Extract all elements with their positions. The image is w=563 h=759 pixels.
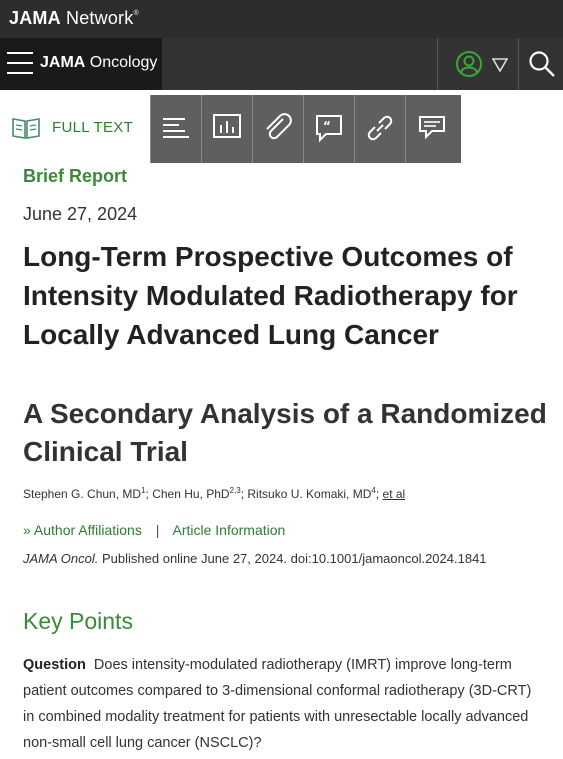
book-icon: [12, 118, 40, 139]
journal-bar: JAMA Oncology: [0, 38, 563, 90]
citation-journal: JAMA Oncol.: [23, 551, 99, 566]
tab-discussion[interactable]: [405, 95, 461, 163]
journal-brand-bold: JAMA: [40, 54, 86, 71]
link-icon: [367, 115, 393, 141]
link-separator: |: [155, 522, 160, 538]
menu-button[interactable]: JAMA Oncology: [0, 38, 162, 90]
network-trademark: ®: [133, 10, 139, 17]
comments-icon: “: [316, 115, 342, 143]
jama-network-logo[interactable]: JAMA Network®: [9, 8, 139, 29]
search-button[interactable]: [518, 38, 563, 90]
chevron-down-icon: [492, 58, 508, 72]
tab-related[interactable]: [354, 95, 405, 163]
tab-comments[interactable]: “: [303, 95, 354, 163]
author-affiliations-link[interactable]: Author Affiliations: [34, 522, 142, 538]
author-affiliation-sup: 1: [141, 486, 146, 495]
chevron-right-icon: »: [23, 522, 31, 538]
figures-icon: [213, 114, 241, 138]
author-affiliation-sup: 4: [371, 486, 376, 495]
publication-date: June 27, 2024: [23, 204, 138, 224]
network-brand-light: Network: [66, 8, 134, 28]
article-title: Long-Term Prospective Outcomes of Intens…: [23, 241, 518, 350]
author-name[interactable]: Stephen G. Chun, MD: [23, 487, 141, 501]
article-info-links: » Author Affiliations | Article Informat…: [23, 522, 285, 538]
citation-details: Published online June 27, 2024. doi:10.1…: [102, 551, 487, 566]
article-information-link[interactable]: Article Information: [173, 522, 286, 538]
network-brand-bold: JAMA: [9, 8, 61, 28]
et-al-link[interactable]: et al: [383, 487, 406, 501]
attachment-icon: [266, 113, 292, 140]
tab-outline[interactable]: [150, 95, 201, 163]
menu-icon: [7, 52, 33, 74]
tab-full-text[interactable]: FULL TEXT: [0, 95, 150, 163]
author-list: Stephen G. Chun, MD1; Chen Hu, PhD2,3; R…: [23, 486, 406, 501]
outline-icon: [163, 118, 189, 138]
tab-supplements[interactable]: [252, 95, 303, 163]
author-name[interactable]: Ritsuko U. Komaki, MD: [247, 487, 371, 501]
key-points-heading: Key Points: [23, 608, 133, 634]
network-bar: JAMA Network®: [0, 0, 563, 38]
article-type: Brief Report: [23, 166, 128, 186]
key-points-question: Question Does intensity-modulated radiot…: [23, 652, 543, 756]
user-account-button[interactable]: [437, 38, 519, 90]
article-toolbar: FULL TEXT “: [0, 95, 563, 163]
citation-line: JAMA Oncol. Published online June 27, 20…: [23, 551, 487, 566]
journal-brand-light: Oncology: [89, 54, 158, 71]
chat-icon: [419, 116, 445, 140]
article-subtitle: A Secondary Analysis of a Randomized Cli…: [23, 398, 547, 467]
user-icon: [456, 51, 482, 77]
author-affiliation-sup: 2,3: [229, 486, 241, 495]
tab-full-text-label: FULL TEXT: [52, 119, 134, 136]
author-name[interactable]: Chen Hu, PhD: [152, 487, 229, 501]
tab-figures[interactable]: [201, 95, 252, 163]
question-text: Does intensity-modulated radiotherapy (I…: [23, 657, 532, 751]
question-label: Question: [23, 657, 86, 673]
journal-logo[interactable]: JAMA Oncology: [40, 54, 157, 72]
svg-text:“: “: [323, 119, 331, 133]
search-icon: [529, 51, 555, 77]
